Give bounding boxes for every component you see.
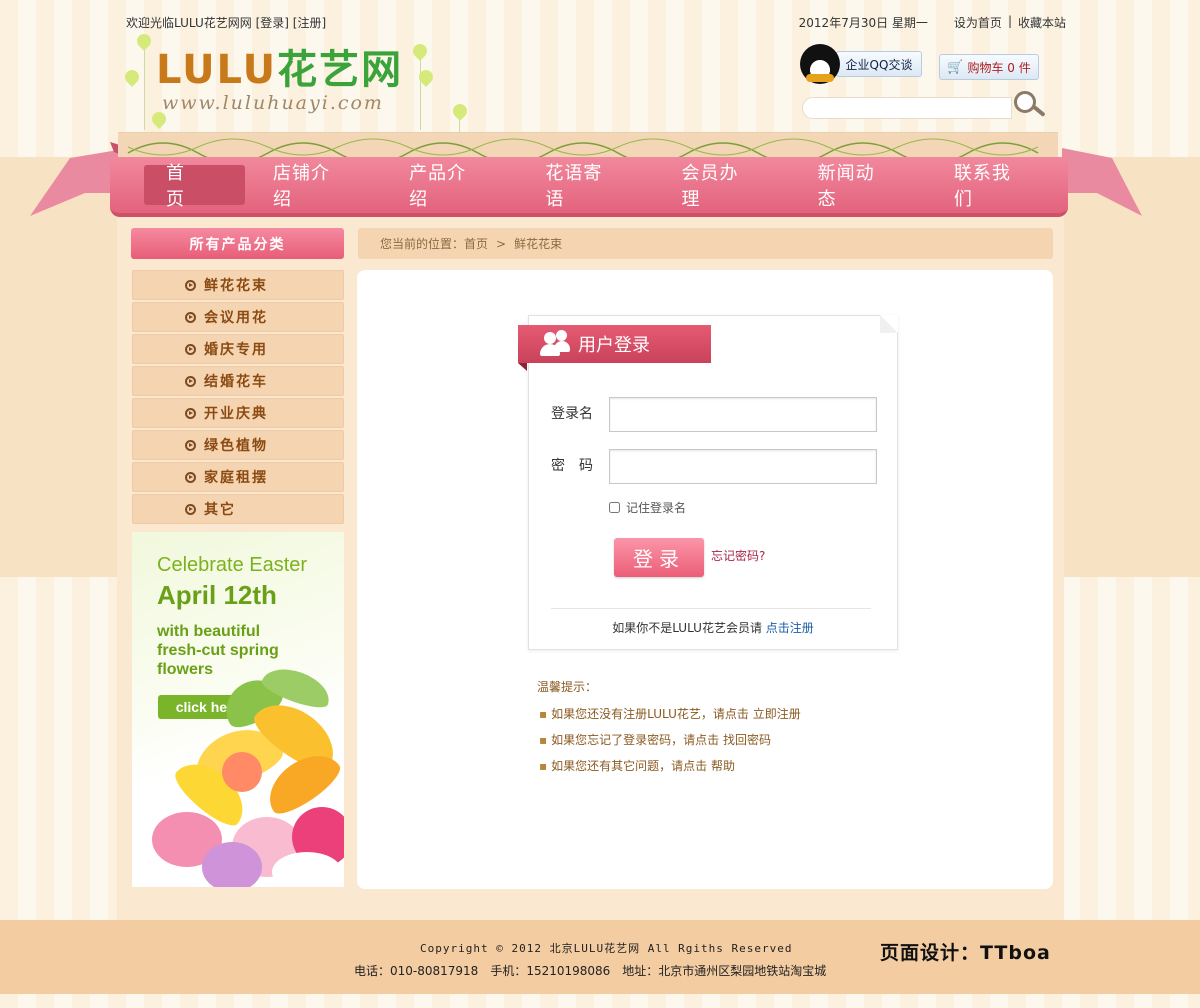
- remember-label: 记住登录名: [626, 501, 687, 515]
- logo-latin: LULU: [156, 47, 278, 93]
- remember-checkbox[interactable]: [609, 502, 620, 513]
- users-icon: [540, 330, 570, 358]
- logo-url: www.luluhuayi.com: [162, 92, 384, 114]
- banner-line-1: Celebrate Easter: [157, 554, 308, 576]
- tip-item: ▪ 如果您还没有注册LULU花艺，请点击 立即注册: [539, 707, 801, 721]
- login-title: 用户登录: [578, 335, 650, 356]
- category-label: 其它: [204, 502, 236, 518]
- search-input[interactable]: [802, 97, 1012, 119]
- login-card: 用户登录 登录名 密 码 记住登录名 登录 忘记密码? 如果你不是LULU花艺会…: [518, 315, 898, 650]
- tip-action-recover[interactable]: 找回密码: [723, 733, 771, 747]
- cart-label: 购物车 0 件: [967, 60, 1031, 75]
- login-button[interactable]: 登录: [614, 538, 704, 577]
- main-panel: 用户登录 登录名 密 码 记住登录名 登录 忘记密码? 如果你不是LULU花艺会…: [357, 270, 1053, 889]
- designer-credit: 页面设计：TTboa: [880, 942, 1051, 964]
- breadcrumb-arrow-icon: >: [496, 236, 507, 251]
- current-date: 2012年7月30日 星期一: [798, 16, 928, 30]
- category-label: 家庭租摆: [204, 470, 268, 486]
- nav-flower-language[interactable]: 花语寄语: [523, 163, 639, 210]
- arrow-circle-icon: [185, 311, 196, 323]
- bookmark-link[interactable]: 收藏本站: [1018, 14, 1066, 31]
- search-icon: [1014, 91, 1036, 113]
- category-label: 会议用花: [204, 310, 268, 326]
- nav-news[interactable]: 新闻动态: [796, 163, 912, 210]
- category-label: 婚庆专用: [204, 342, 268, 358]
- easter-banner[interactable]: Celebrate Easter April 12th with beautif…: [132, 532, 344, 887]
- ribbon-right-decoration: [1062, 148, 1142, 216]
- arrow-circle-icon: [185, 407, 196, 419]
- category-label: 开业庆典: [204, 406, 268, 422]
- qq-chat-button[interactable]: 企业QQ交谈: [836, 51, 922, 77]
- category-item[interactable]: 其它: [132, 494, 344, 524]
- qq-penguin-icon: [800, 44, 840, 84]
- qq-chat[interactable]: 企业QQ交谈: [800, 44, 922, 84]
- category-item[interactable]: 结婚花车: [132, 366, 344, 396]
- password-label: 密 码: [551, 458, 593, 474]
- cart-button[interactable]: 🛒 购物车 0 件: [939, 54, 1039, 80]
- category-item[interactable]: 鲜花花束: [132, 270, 344, 300]
- password-input[interactable]: [609, 449, 877, 484]
- arrow-circle-icon: [185, 375, 196, 387]
- tip-action-help[interactable]: 帮助: [711, 759, 735, 773]
- page-footer: Copyright © 2012 北京LULU花艺网 All Rgiths Re…: [0, 920, 1200, 994]
- search-button[interactable]: [1010, 91, 1050, 121]
- banner-line-2: April 12th: [157, 580, 277, 610]
- contact-info: 电话：010-80817918 手机：15210198086 地址：北京市通州区…: [354, 964, 827, 978]
- arrow-circle-icon: [185, 503, 196, 515]
- welcome-text: 欢迎光临LULU花艺网网: [126, 16, 252, 30]
- login-link[interactable]: [登录]: [256, 16, 289, 30]
- utility-separator: |: [1007, 14, 1012, 28]
- nav-membership[interactable]: 会员办理: [660, 163, 776, 210]
- breadcrumb-prefix: 您当前的位置：: [380, 237, 465, 251]
- remember-login[interactable]: 记住登录名: [609, 499, 686, 516]
- cart-icon: 🛒: [947, 59, 964, 75]
- tip-item: ▪ 如果您还有其它问题，请点击 帮助: [539, 759, 735, 773]
- nav-shop-intro[interactable]: 店铺介绍: [251, 163, 367, 210]
- tip-item: ▪ 如果您忘记了登录密码，请点击 找回密码: [539, 733, 771, 747]
- login-title-tab: 用户登录: [518, 325, 711, 371]
- nav-home[interactable]: 首页: [144, 163, 245, 210]
- category-label: 绿色植物: [204, 438, 268, 454]
- category-item[interactable]: 会议用花: [132, 302, 344, 332]
- register-link[interactable]: [注册]: [293, 16, 326, 30]
- set-home-link[interactable]: 设为首页: [954, 14, 1002, 31]
- breadcrumb-current[interactable]: 鲜花花束: [514, 235, 562, 252]
- nav-contact[interactable]: 联系我们: [932, 163, 1048, 210]
- category-label: 结婚花车: [204, 374, 268, 390]
- card-divider: [551, 608, 871, 609]
- category-list: 鲜花花束 会议用花 婚庆专用 结婚花车 开业庆典 绿色植物 家庭租摆 其它: [132, 270, 344, 526]
- register-prompt: 如果你不是LULU花艺会员请 点击注册: [529, 619, 897, 636]
- search-box: [802, 91, 1050, 119]
- breadcrumb-home[interactable]: 首页: [464, 235, 488, 252]
- vine-decoration: [118, 132, 1058, 161]
- category-item[interactable]: 婚庆专用: [132, 334, 344, 364]
- register-prompt-text: 如果你不是LULU花艺会员请: [612, 621, 762, 635]
- logo-chinese: 花艺网: [277, 47, 404, 93]
- site-logo[interactable]: LULU花艺网 www.luluhuayi.com: [156, 48, 403, 114]
- breadcrumb: 您当前的位置： 首页 > 鲜花花束: [358, 228, 1053, 259]
- arrow-circle-icon: [185, 439, 196, 451]
- category-label: 鲜花花束: [204, 278, 268, 294]
- forgot-password-link[interactable]: 忘记密码?: [711, 547, 765, 564]
- arrow-circle-icon: [185, 471, 196, 483]
- arrow-circle-icon: [185, 343, 196, 355]
- utility-bar: 2012年7月30日 星期一 设为首页 | 收藏本站: [799, 14, 1066, 31]
- welcome-bar: 欢迎光临LULU花艺网网 [登录] [注册]: [126, 14, 326, 31]
- username-input[interactable]: [609, 397, 877, 432]
- main-nav: 首页 店铺介绍 产品介绍 花语寄语 会员办理 新闻动态 联系我们: [110, 157, 1068, 217]
- arrow-circle-icon: [185, 279, 196, 291]
- category-item[interactable]: 家庭租摆: [132, 462, 344, 492]
- nav-products[interactable]: 产品介绍: [387, 163, 503, 210]
- category-title: 所有产品分类: [131, 228, 344, 259]
- copyright: Copyright © 2012 北京LULU花艺网 All Rgiths Re…: [420, 942, 793, 955]
- username-label: 登录名: [551, 406, 593, 422]
- category-item[interactable]: 绿色植物: [132, 430, 344, 460]
- tips-title: 温馨提示：: [537, 680, 598, 694]
- tips-section: 温馨提示： ▪ 如果您还没有注册LULU花艺，请点击 立即注册 ▪ 如果您忘记了登录…: [537, 678, 801, 783]
- category-item[interactable]: 开业庆典: [132, 398, 344, 428]
- register-link-bottom[interactable]: 点击注册: [766, 621, 814, 635]
- tip-action-register[interactable]: 立即注册: [753, 707, 801, 721]
